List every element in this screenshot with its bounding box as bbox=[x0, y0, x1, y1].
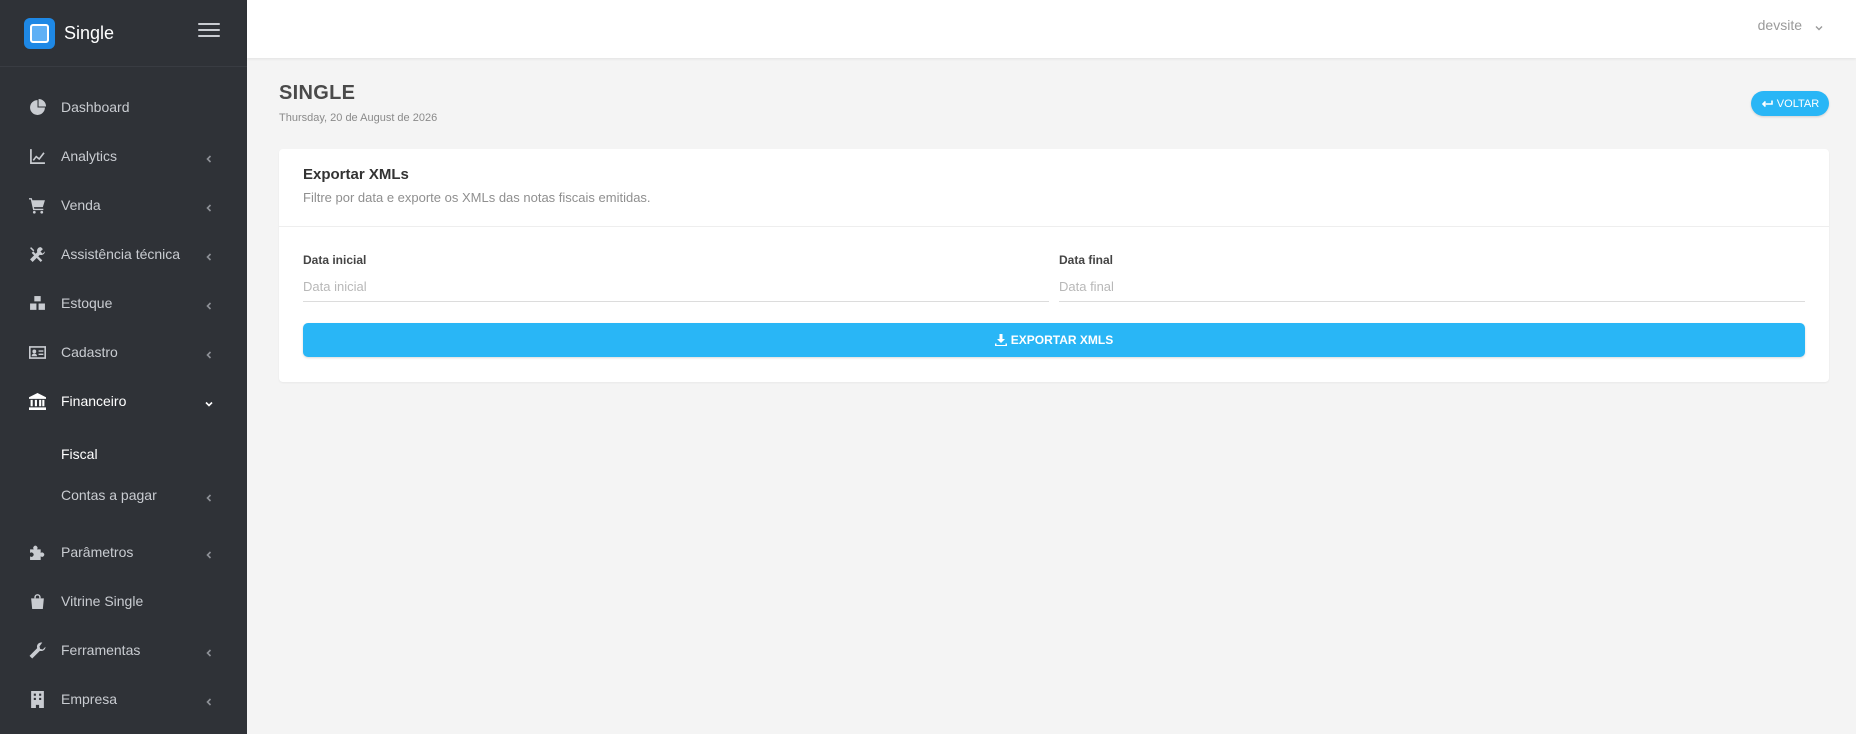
user-menu[interactable]: devsite bbox=[1758, 17, 1824, 33]
sidebar-item-label: Financeiro bbox=[61, 393, 127, 409]
id-card-icon bbox=[28, 343, 46, 361]
sidebar-item-label: Ferramentas bbox=[61, 642, 141, 658]
download-icon bbox=[994, 334, 1007, 346]
sidebar-subitem-contas-a-pagar[interactable]: Contas a pagar bbox=[0, 479, 247, 511]
user-name: devsite bbox=[1757, 17, 1802, 33]
end-date-group: Data final bbox=[1059, 253, 1805, 302]
back-button[interactable]: VOLTAR bbox=[1751, 91, 1829, 116]
sidebar-item-vitrine-single[interactable]: Vitrine Single bbox=[0, 581, 247, 621]
sidebar-item-label: Parâmetros bbox=[61, 544, 134, 560]
sidebar-item-financeiro[interactable]: Financeiro bbox=[0, 381, 247, 421]
shopping-bag-icon bbox=[28, 592, 46, 610]
return-arrow-icon bbox=[1761, 100, 1773, 107]
chevron-down-icon bbox=[1814, 20, 1824, 31]
tools-icon bbox=[28, 245, 46, 263]
chevron-down-icon bbox=[204, 396, 214, 407]
chevron-left-icon bbox=[204, 347, 214, 359]
sidebar-item-empresa[interactable]: Empresa bbox=[0, 679, 247, 719]
puzzle-icon bbox=[28, 543, 46, 561]
sidebar-subitem-fiscal[interactable]: Fiscal bbox=[0, 438, 247, 470]
sidebar-item-label: Assistência técnica bbox=[61, 246, 181, 262]
chevron-left-icon bbox=[204, 200, 214, 212]
card-header: Exportar XMLs Filtre por data e exporte … bbox=[279, 149, 1829, 227]
sidebar-item-cadastro[interactable]: Cadastro bbox=[0, 332, 247, 372]
back-button-label: VOLTAR bbox=[1776, 97, 1820, 110]
chevron-left-icon bbox=[204, 249, 214, 261]
start-date-label: Data inicial bbox=[303, 253, 367, 267]
export-xmls-button[interactable]: EXPORTAR XMLS bbox=[303, 323, 1805, 357]
topbar: devsite bbox=[247, 0, 1856, 58]
sidebar-item-analytics[interactable]: Analytics bbox=[0, 136, 247, 176]
export-xml-card: Exportar XMLs Filtre por data e exporte … bbox=[279, 149, 1829, 382]
pie-chart-icon bbox=[28, 98, 46, 116]
sidebar-item-dashboard[interactable]: Dashboard bbox=[0, 87, 247, 127]
end-date-label: Data final bbox=[1059, 253, 1114, 267]
sidebar-item-assistencia-tecnica[interactable]: Assistência técnica bbox=[0, 234, 247, 274]
sidebar-item-parametros[interactable]: Parâmetros bbox=[0, 532, 247, 572]
building-icon bbox=[28, 690, 46, 708]
chevron-left-icon bbox=[204, 694, 214, 706]
menu-toggle-icon[interactable] bbox=[198, 23, 220, 41]
sidebar-item-label: Analytics bbox=[61, 148, 118, 164]
chevron-left-icon bbox=[204, 547, 214, 559]
boxes-icon bbox=[28, 294, 46, 312]
chevron-left-icon bbox=[204, 151, 214, 163]
sidebar-subitem-label: Fiscal bbox=[61, 446, 98, 462]
chip-logo-icon bbox=[24, 17, 55, 49]
export-button-label: EXPORTAR XMLS bbox=[1010, 333, 1114, 347]
bank-icon bbox=[28, 392, 46, 410]
start-date-group: Data inicial bbox=[303, 253, 1049, 302]
sidebar-item-label: Vitrine Single bbox=[61, 593, 144, 609]
chevron-left-icon bbox=[204, 645, 214, 657]
sidebar-item-estoque[interactable]: Estoque bbox=[0, 283, 247, 323]
sidebar-item-label: Empresa bbox=[61, 691, 118, 707]
sidebar-item-ferramentas[interactable]: Ferramentas bbox=[0, 630, 247, 670]
sidebar: Single Dashboard Analytics Venda Assistê… bbox=[0, 0, 247, 734]
brand: Single bbox=[0, 0, 247, 67]
sidebar-item-venda[interactable]: Venda bbox=[0, 185, 247, 225]
card-title: Exportar XMLs bbox=[303, 166, 409, 183]
start-date-field[interactable] bbox=[303, 275, 1049, 302]
sidebar-item-label: Venda bbox=[61, 197, 101, 213]
sidebar-item-label: Cadastro bbox=[61, 344, 118, 360]
line-chart-icon bbox=[28, 147, 46, 165]
sidebar-item-label: Estoque bbox=[61, 295, 113, 311]
brand-name: Single bbox=[64, 22, 115, 43]
card-subtitle: Filtre por data e exporte os XMLs das no… bbox=[303, 190, 651, 205]
page-date: Thursday, 20 de August de 2026 bbox=[279, 112, 438, 124]
sidebar-subitem-label: Contas a pagar bbox=[61, 487, 157, 503]
chevron-left-icon bbox=[204, 298, 214, 310]
chevron-left-icon bbox=[204, 490, 214, 502]
wrench-icon bbox=[28, 641, 46, 659]
page-title: SINGLE bbox=[279, 82, 356, 104]
sidebar-item-label: Dashboard bbox=[61, 99, 130, 115]
cart-icon bbox=[28, 196, 46, 214]
end-date-field[interactable] bbox=[1059, 275, 1805, 302]
